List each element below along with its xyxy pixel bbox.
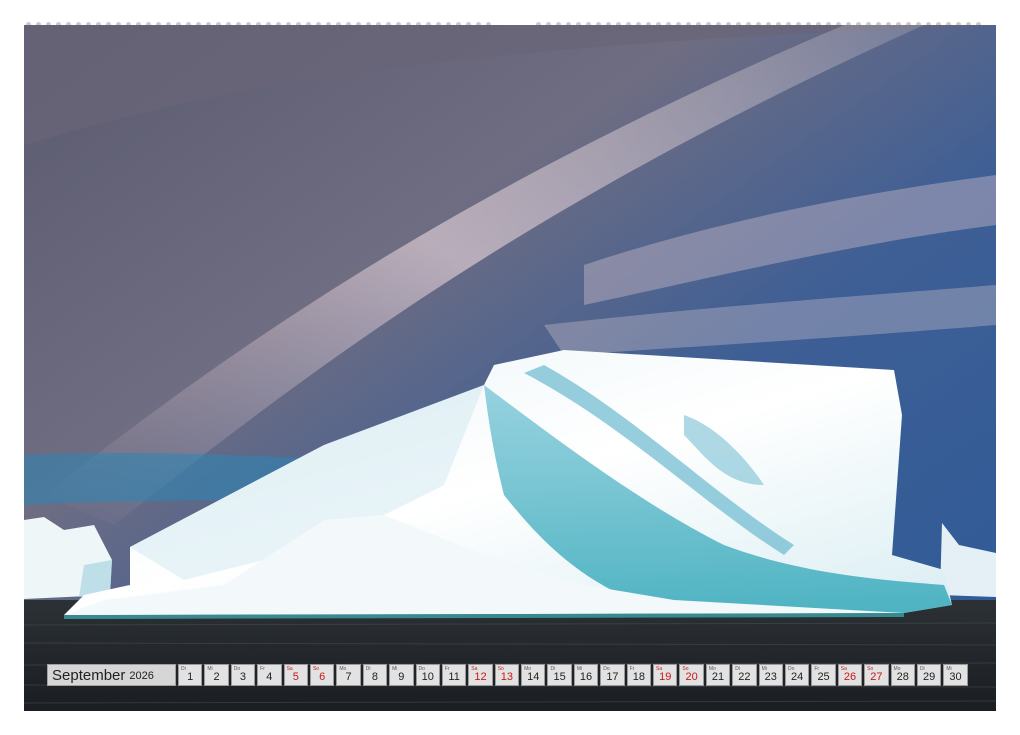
- day-cell: Mi 16: [573, 664, 599, 686]
- day-cell: Fr 11: [441, 664, 467, 686]
- day-number: 6: [319, 671, 326, 683]
- day-cell: Mo 28: [890, 664, 915, 686]
- day-cell: Mo 7: [336, 664, 361, 686]
- day-cell: Sa 26: [837, 664, 863, 686]
- day-cell: So 20: [679, 664, 704, 686]
- day-cell: Di 29: [916, 664, 942, 686]
- day-cell: Mi 30: [943, 664, 968, 686]
- day-cell: Do 24: [784, 664, 810, 686]
- day-cell: Di 8: [362, 664, 388, 686]
- day-number: 21: [711, 671, 725, 683]
- day-cell: Sa 12: [468, 664, 493, 686]
- day-number: 13: [500, 671, 513, 683]
- day-cell: Mo 14: [521, 664, 546, 686]
- day-number: 16: [579, 671, 593, 683]
- day-number: 26: [843, 671, 857, 683]
- day-cell: Mi 9: [389, 664, 414, 686]
- day-number: 5: [292, 671, 299, 683]
- day-number: 17: [606, 671, 619, 683]
- day-number: 30: [949, 671, 962, 683]
- day-cell: Mi 23: [758, 664, 783, 686]
- day-number: 22: [738, 671, 751, 683]
- month-label: September 2026: [47, 664, 176, 686]
- day-number: 20: [685, 671, 698, 683]
- day-cell: So 6: [309, 664, 335, 686]
- day-cell: Fr 25: [811, 664, 836, 686]
- day-cell: Di 1: [178, 664, 203, 686]
- day-cell: Do 17: [600, 664, 625, 686]
- day-number: 27: [870, 671, 883, 683]
- day-number: 19: [659, 671, 672, 683]
- day-cell: Sa 5: [283, 664, 308, 686]
- day-cell: So 13: [494, 664, 520, 686]
- iceberg-scene-illustration: [24, 25, 996, 711]
- day-cell: Di 15: [547, 664, 572, 686]
- calendar-strip: September 2026 Di 1 Mi 2 Do 3 Fr 4 Sa 5 So 6 Mo 7 Di 8 M…: [47, 664, 973, 686]
- day-cell: Do 10: [415, 664, 440, 686]
- day-number: 24: [791, 671, 804, 683]
- day-number: 28: [896, 671, 909, 683]
- day-cell: So 27: [864, 664, 889, 686]
- day-number: 29: [923, 671, 936, 683]
- day-number: 15: [553, 671, 566, 683]
- day-number: 11: [448, 671, 460, 683]
- day-number: 1: [187, 671, 194, 683]
- day-number: 4: [266, 671, 273, 683]
- day-number: 12: [474, 671, 487, 683]
- year-label: 2026: [129, 670, 154, 682]
- day-number: 8: [371, 671, 378, 683]
- day-cell: Di 22: [732, 664, 757, 686]
- day-cell: Fr 4: [257, 664, 282, 686]
- day-number: 18: [632, 671, 645, 683]
- day-number: 25: [817, 671, 830, 683]
- day-number: 2: [213, 671, 220, 683]
- day-number: 14: [527, 671, 540, 683]
- day-cell: Do 3: [230, 664, 256, 686]
- day-cell: Fr 18: [626, 664, 652, 686]
- day-number: 7: [345, 671, 352, 683]
- day-cell: Sa 19: [653, 664, 678, 686]
- day-number: 23: [764, 671, 777, 683]
- day-cell: Mo 21: [705, 664, 731, 686]
- day-cell: Mi 2: [204, 664, 229, 686]
- day-number: 3: [239, 671, 247, 683]
- iceberg-photo: [24, 25, 996, 711]
- day-number: 9: [398, 671, 405, 683]
- day-number: 10: [421, 671, 434, 683]
- month-name: September: [52, 666, 126, 684]
